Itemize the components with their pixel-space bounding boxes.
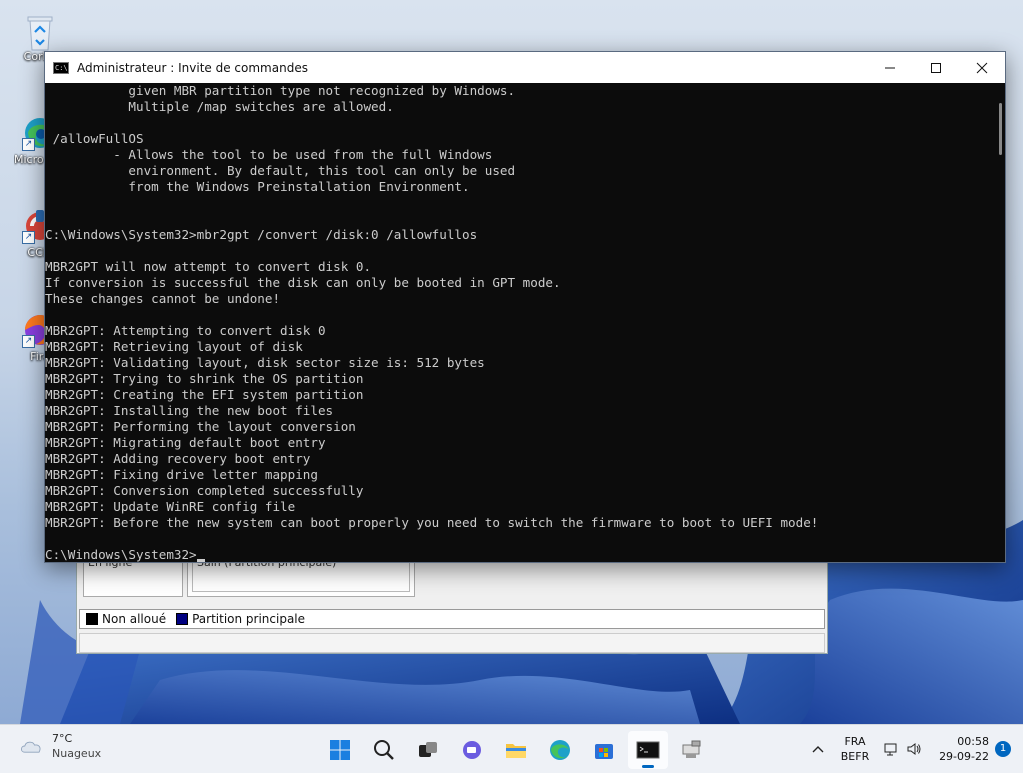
console-output[interactable]: given MBR partition type not recognized … bbox=[45, 83, 991, 562]
console-line: given MBR partition type not recognized … bbox=[45, 83, 516, 98]
console-line: MBR2GPT: Creating the EFI system partiti… bbox=[45, 387, 364, 402]
weather-widget[interactable]: 7°C Nuageux bbox=[18, 731, 101, 761]
weather-description: Nuageux bbox=[52, 747, 102, 760]
clock[interactable]: 00:58 29-09-22 bbox=[929, 734, 989, 764]
keyboard-layout: BEFR bbox=[840, 750, 870, 763]
console-line: MBR2GPT: Fixing drive letter mapping bbox=[45, 467, 318, 482]
task-view-button[interactable] bbox=[408, 731, 448, 769]
network-icon bbox=[884, 743, 897, 756]
console-line: MBR2GPT: Performing the layout conversio… bbox=[45, 419, 356, 434]
file-explorer-button[interactable] bbox=[496, 731, 536, 769]
console-line: Multiple /map switches are allowed. bbox=[45, 99, 394, 114]
console-line: MBR2GPT will now attempt to convert disk… bbox=[45, 259, 372, 274]
command-prompt-window[interactable]: C:\ Administrateur : Invite de commandes… bbox=[44, 51, 1006, 563]
legend-label: Non alloué bbox=[102, 612, 167, 626]
system-tray: FRA BEFR 00:58 29-09-22 1 bbox=[803, 725, 1023, 773]
console-line: MBR2GPT: Attempting to convert disk 0 bbox=[45, 323, 326, 338]
console-prompt-line[interactable]: C:\Windows\System32> bbox=[45, 547, 991, 562]
console-line: MBR2GPT: Installing the new boot files bbox=[45, 403, 334, 418]
console-line: MBR2GPT: Validating layout, disk sector … bbox=[45, 355, 485, 370]
weather-temperature: 7°C bbox=[52, 732, 73, 745]
console-scrollbar[interactable] bbox=[991, 83, 1005, 562]
shortcut-arrow-icon: ↗ bbox=[22, 231, 35, 244]
search-icon bbox=[374, 740, 394, 760]
console-line: environment. By default, this tool can o… bbox=[45, 163, 516, 178]
console-line: MBR2GPT: Adding recovery boot entry bbox=[45, 451, 311, 466]
start-button[interactable] bbox=[320, 731, 360, 769]
shortcut-arrow-icon: ↗ bbox=[22, 335, 35, 348]
minimize-icon bbox=[885, 67, 895, 68]
recycle-bin-icon bbox=[22, 12, 58, 51]
active-indicator bbox=[642, 765, 654, 768]
status-bar bbox=[79, 633, 825, 653]
edge-button[interactable] bbox=[540, 731, 580, 769]
console-line: If conversion is successful the disk can… bbox=[45, 275, 561, 290]
maximize-button[interactable] bbox=[913, 52, 959, 83]
notification-badge[interactable]: 1 bbox=[995, 741, 1011, 757]
store-icon bbox=[595, 744, 613, 759]
maximize-icon bbox=[931, 62, 941, 73]
disk-legend: Non alloué Partition principale bbox=[79, 609, 825, 629]
console-prompt: C:\Windows\System32> bbox=[45, 547, 197, 562]
window-title: Administrateur : Invite de commandes bbox=[77, 60, 308, 75]
tray-overflow-button[interactable] bbox=[803, 742, 833, 757]
close-icon bbox=[976, 62, 988, 73]
console-line: - Allows the tool to be used from the fu… bbox=[45, 147, 493, 162]
chevron-up-icon bbox=[812, 745, 824, 752]
network-drive-button[interactable] bbox=[672, 731, 712, 769]
scrollbar-thumb[interactable] bbox=[999, 103, 1002, 155]
volume-icon bbox=[907, 743, 921, 755]
legend-swatch bbox=[86, 613, 98, 625]
cloud-icon bbox=[21, 741, 41, 753]
clock-time: 00:58 bbox=[957, 735, 989, 748]
taskbar-apps bbox=[320, 731, 712, 769]
legend-item-unallocated: Non alloué bbox=[86, 612, 166, 626]
legend-swatch bbox=[176, 613, 189, 625]
clock-date: 29-09-22 bbox=[939, 750, 989, 763]
legend-label: Partition principale bbox=[192, 612, 306, 626]
legend-item-primary: Partition principale bbox=[176, 612, 305, 626]
cmd-app-icon: C:\ bbox=[53, 61, 69, 74]
language-indicator[interactable]: FRA BEFR bbox=[833, 734, 877, 764]
console-line: MBR2GPT: Before the new system can boot … bbox=[45, 515, 819, 530]
edge-icon bbox=[550, 740, 570, 760]
console-line: MBR2GPT: Retrieving layout of disk bbox=[45, 339, 303, 354]
close-button[interactable] bbox=[959, 52, 1005, 83]
terminal-button[interactable] bbox=[628, 731, 668, 769]
network-drive-icon bbox=[682, 740, 701, 758]
store-button[interactable] bbox=[584, 731, 624, 769]
console-line: MBR2GPT: Update WinRE config file bbox=[45, 499, 296, 514]
task-view-icon bbox=[419, 742, 437, 757]
language-code: FRA bbox=[844, 735, 866, 748]
taskbar: 7°C Nuageux FRA BEFR 00:58 29-09-22 1 bbox=[0, 724, 1023, 773]
title-bar[interactable]: C:\ Administrateur : Invite de commandes bbox=[45, 52, 1005, 83]
minimize-button[interactable] bbox=[867, 52, 913, 83]
console-line: from the Windows Preinstallation Environ… bbox=[45, 179, 470, 194]
console-line: These changes cannot be undone! bbox=[45, 291, 281, 306]
quick-settings-button[interactable] bbox=[877, 741, 929, 757]
chat-button[interactable] bbox=[452, 731, 492, 769]
search-button[interactable] bbox=[364, 731, 404, 769]
file-explorer-icon bbox=[506, 744, 526, 758]
chat-icon bbox=[463, 741, 481, 759]
console-line: C:\Windows\System32>mbr2gpt /convert /di… bbox=[45, 227, 478, 242]
start-icon bbox=[330, 740, 350, 760]
console-line: MBR2GPT: Trying to shrink the OS partiti… bbox=[45, 371, 364, 386]
text-cursor bbox=[196, 559, 205, 562]
terminal-icon bbox=[636, 741, 660, 759]
console-line: MBR2GPT: Conversion completed successful… bbox=[45, 483, 364, 498]
console-line: /allowFullOS bbox=[45, 131, 144, 146]
console-line: MBR2GPT: Migrating default boot entry bbox=[45, 435, 326, 450]
shortcut-arrow-icon: ↗ bbox=[22, 138, 35, 151]
